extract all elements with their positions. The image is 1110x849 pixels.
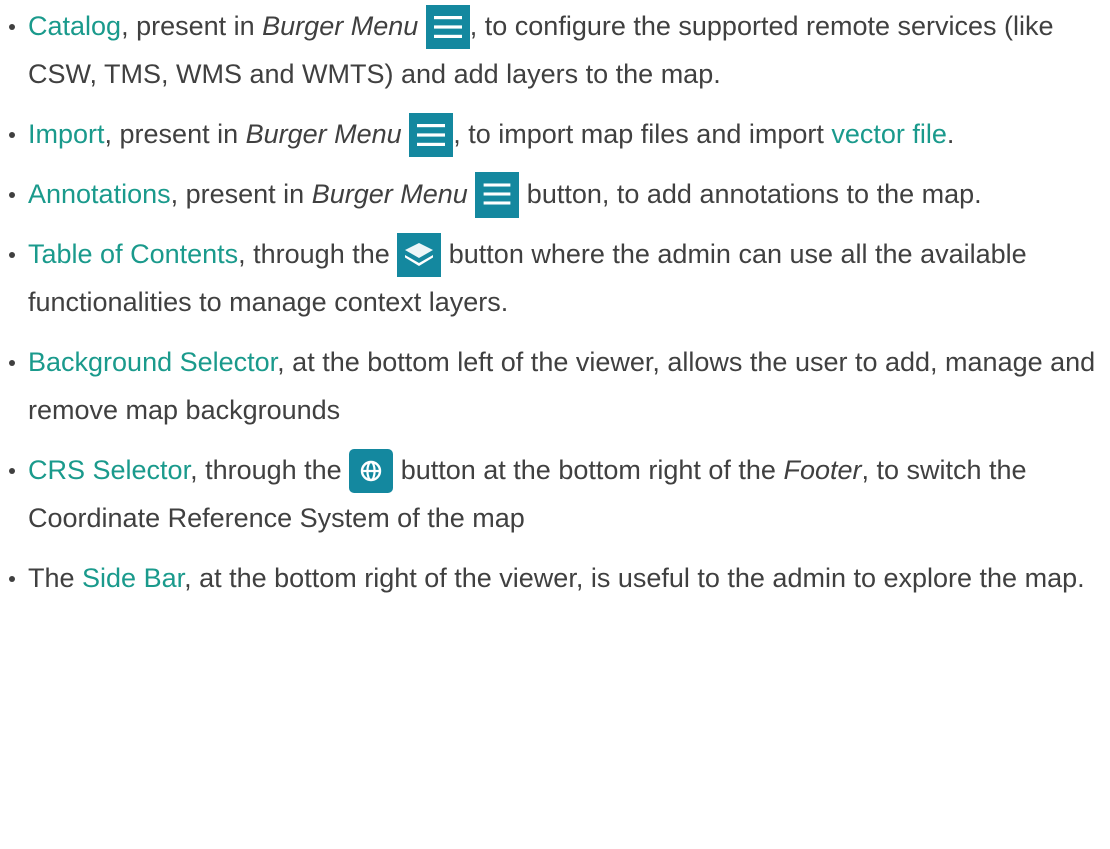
list-item-side-bar: The Side Bar, at the bottom right of the… xyxy=(0,554,1110,602)
bullet xyxy=(9,192,15,198)
item-text: , through the xyxy=(238,239,398,269)
bullet xyxy=(9,468,15,474)
bullet xyxy=(9,24,15,30)
list-item-annotations: Annotations, present in Burger Menu butt… xyxy=(0,170,1110,218)
bullet xyxy=(9,252,15,258)
feature-list: Catalog, present in Burger Menu , to con… xyxy=(0,0,1110,614)
item-text: The xyxy=(28,563,83,593)
item-text: , present in xyxy=(170,179,312,209)
burger-menu-icon[interactable] xyxy=(475,171,520,218)
item-text: , present in xyxy=(104,119,246,149)
crs-selector-link[interactable]: CRS Selector xyxy=(28,455,190,485)
burger-menu-icon[interactable] xyxy=(409,112,454,157)
item-text: button at the bottom right of the xyxy=(393,455,784,485)
list-item-catalog: Catalog, present in Burger Menu , to con… xyxy=(0,2,1110,98)
vector-file-link[interactable]: vector file xyxy=(831,119,947,149)
list-item-background-selector: Background Selector, at the bottom left … xyxy=(0,338,1110,434)
bullet xyxy=(9,132,15,138)
list-item-toc: Table of Contents, through the button wh… xyxy=(0,230,1110,326)
bullet xyxy=(9,360,15,366)
burger-menu-label: Burger Menu xyxy=(245,119,402,149)
side-bar-link[interactable]: Side Bar xyxy=(82,563,184,593)
burger-menu-label: Burger Menu xyxy=(311,179,468,209)
item-text: , to import map files and import xyxy=(453,119,832,149)
catalog-link[interactable]: Catalog xyxy=(28,11,121,41)
list-item-import: Import, present in Burger Menu , to impo… xyxy=(0,110,1110,158)
list-item-crs-selector: CRS Selector, through the button at the … xyxy=(0,446,1110,542)
annotations-link[interactable]: Annotations xyxy=(28,179,171,209)
burger-menu-icon[interactable] xyxy=(425,4,470,49)
item-text: , present in xyxy=(121,11,263,41)
bullet xyxy=(9,576,15,582)
footer-label: Footer xyxy=(783,455,862,485)
item-text: button, to add annotations to the map. xyxy=(519,179,982,209)
layers-icon[interactable] xyxy=(397,232,442,277)
import-link[interactable]: Import xyxy=(28,119,105,149)
globe-icon[interactable] xyxy=(349,448,394,493)
table-of-contents-link[interactable]: Table of Contents xyxy=(28,239,238,269)
background-selector-link[interactable]: Background Selector xyxy=(28,347,277,377)
item-text: , through the xyxy=(190,455,350,485)
item-text: . xyxy=(946,119,955,149)
item-text: , at the bottom right of the viewer, is … xyxy=(184,563,1085,593)
burger-menu-label: Burger Menu xyxy=(262,11,419,41)
